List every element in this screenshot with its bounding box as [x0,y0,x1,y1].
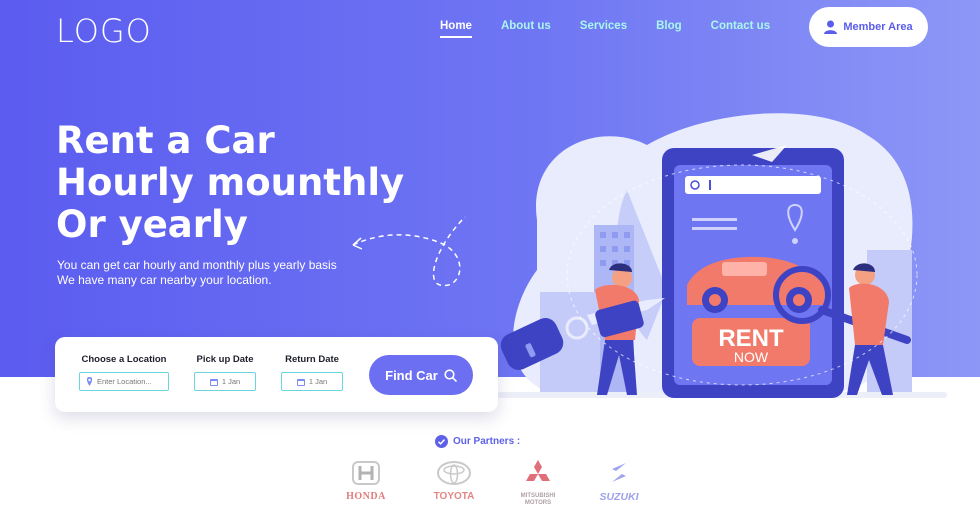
partner-mitsubishi[interactable]: MITSUBISHI MOTORS [513,460,563,507]
partners-heading: Our Partners : [435,435,520,448]
suzuki-logo-icon [612,463,626,482]
location-pin-icon [86,377,93,386]
return-field-group: Return Date 1 Jan [281,354,343,391]
dashed-arrow-decoration [352,216,466,287]
headline-line-1: Rent a Car [56,119,275,162]
location-label: Choose a Location [81,354,167,365]
search-icon [444,368,457,382]
pickup-date-input[interactable]: 1 Jan [194,372,256,391]
return-date-input[interactable]: 1 Jan [281,372,343,391]
mitsubishi-label-line-1: MITSUBISHI [520,493,556,499]
mitsubishi-logo-icon [526,460,550,481]
return-date-value: 1 Jan [308,377,328,386]
find-car-button[interactable]: Find Car [369,355,473,395]
nav-blog[interactable]: Blog [656,20,682,38]
nav-contact[interactable]: Contact us [711,20,770,38]
mitsubishi-label-line-2: MOTORS [524,500,552,506]
honda-logo-icon [352,461,380,485]
phone-search-bar [685,176,821,194]
member-area-button[interactable]: Member Area [809,7,928,47]
headline-line-2: Hourly mounthly [56,161,405,204]
logo[interactable]: LOGO [56,12,152,50]
user-icon [824,20,838,34]
nav-home[interactable]: Home [440,20,472,38]
check-badge-icon [435,435,448,448]
calendar-icon [296,378,305,386]
partner-honda[interactable]: HONDA [337,460,395,502]
pickup-field-group: Pick up Date 1 Jan [194,354,256,391]
toyota-label: TOYOTA [433,491,475,502]
find-car-label: Find Car [385,367,438,383]
rent-car-illustration: RENT NOW [497,113,947,398]
location-placeholder: Enter Location... [97,377,152,386]
subtitle-line-2: We have many car nearby your location. [57,273,272,287]
location-field-group: Choose a Location Enter Location... [79,354,169,391]
partner-suzuki[interactable]: SUZUKI [590,460,648,503]
partner-toyota[interactable]: TOYOTA [428,460,480,502]
nav-services[interactable]: Services [580,20,627,38]
now-text: NOW [734,349,769,365]
search-card: Choose a Location Enter Location... Pick… [55,337,498,412]
subtitle-line-1: You can get car hourly and monthly plus … [57,258,337,272]
hero-subtitle: You can get car hourly and monthly plus … [57,258,337,288]
return-label: Return Date [285,354,339,365]
calendar-icon [209,378,218,386]
location-input[interactable]: Enter Location... [79,372,169,391]
partners-title: Our Partners : [453,436,521,447]
main-nav: Home About us Services Blog Contact us [440,20,770,38]
pickup-date-value: 1 Jan [221,377,241,386]
rent-text: RENT [718,325,784,352]
nav-about[interactable]: About us [501,20,551,38]
pickup-label: Pick up Date [196,354,254,365]
suzuki-label: SUZUKI [599,491,639,503]
toyota-logo-icon [437,461,471,485]
member-area-label: Member Area [843,21,913,33]
honda-label: HONDA [346,491,386,502]
